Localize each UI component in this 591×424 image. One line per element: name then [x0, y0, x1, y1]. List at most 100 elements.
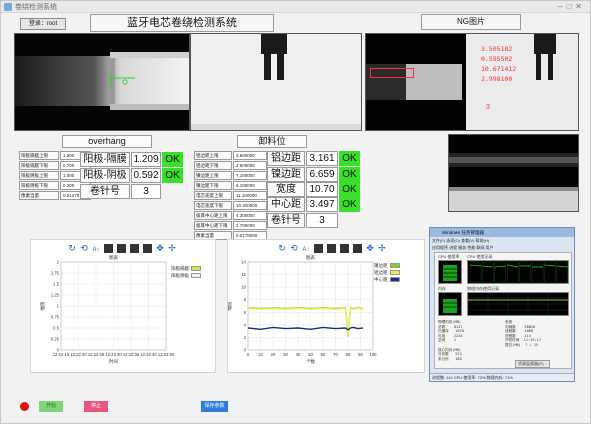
cpu-usage-gauge [438, 260, 462, 284]
y-tick-label: 1.25 [51, 293, 60, 298]
title-bar: 卷绕检测系统 –□✕ [1, 1, 590, 13]
legend-swatch [191, 266, 201, 272]
ng-reading: 10.671412 [481, 65, 517, 73]
reel-label: 卷针号 [80, 184, 130, 199]
ng-image-title: NG图片 [421, 14, 521, 30]
memory-gauge [438, 292, 462, 316]
measure-value: 3.161 [306, 151, 338, 166]
x-tick-label: 10 [258, 352, 263, 357]
legend-item: 中心距 [374, 276, 400, 283]
start-button[interactable]: 开始 [39, 401, 63, 412]
window-controls[interactable]: –□✕ [558, 2, 586, 11]
login-button[interactable]: 登录：root [20, 18, 66, 30]
param-value[interactable]: 7.100000 [233, 171, 267, 180]
unload-chart-panel: ↻ ⟲ A↑ ✥ ✢ 图表 14 12 10 8 6 4 2 0 0 10 20 30 40 50 60 70 80 90 1… [227, 239, 425, 373]
overhang-camera-view [14, 33, 190, 131]
ng-readings: 3.505182 0.595502 10.671412 2.998100 [481, 44, 516, 84]
legend-label: 阳极阴极 [171, 273, 189, 278]
param-label: 阳极隔膜下限 [19, 161, 59, 170]
task-manager-tabs[interactable]: 应用程序 进程 服务 性能 联网 用户 [432, 245, 494, 251]
x-tick-label: 30 [283, 352, 288, 357]
window-title: 卷绕检测系统 [15, 4, 57, 11]
status-ok: OK [162, 152, 183, 167]
param-value[interactable]: 10.300000 [233, 201, 267, 210]
legend-label: 镍边距 [374, 263, 388, 268]
y-tick-label: 0.5 [53, 326, 59, 331]
measure-value: 10.70 [306, 182, 338, 197]
app-window: 卷绕检测系统 –□✕ 登录：root 蓝牙电芯卷绕检测系统 NG图片 3.505… [0, 0, 591, 424]
x-axis-label: 时间 [109, 358, 118, 365]
chart-legend: 阳极隔膜 阳极阴极 [171, 265, 201, 279]
y-tick-label: 1 [57, 304, 60, 309]
param-label: 阳极阴极下限 [19, 181, 59, 190]
x-tick-label: 90 [358, 352, 363, 357]
param-value[interactable]: 11.100000 [233, 191, 267, 200]
param-label: 极耳中心距上限 [194, 211, 232, 220]
status-ok: OK [339, 167, 360, 182]
y-tick-label: 8 [244, 297, 247, 302]
chart-legend: 镍边距 铝边距 中心距 [374, 262, 400, 283]
x-tick-label: 60 [321, 352, 326, 357]
performance-tab-body: CPU 使用率 CPU 使用记录 内存 物理内存使用记录 物理内存(MB) 总数… [434, 252, 572, 369]
legend-item: 镍边距 [374, 262, 400, 269]
cpu-history-graph [467, 260, 569, 284]
y-tick-label: 6 [244, 310, 247, 315]
ng-camera-view-2 [448, 134, 579, 212]
app-icon [4, 3, 12, 11]
legend-label: 中心距 [374, 277, 388, 282]
y-tick-label: 4 [244, 322, 247, 327]
measure-label: 阳极-阴极 [80, 168, 130, 183]
overhang-title: overhang [62, 135, 152, 148]
param-value[interactable]: 4.300000 [233, 211, 267, 220]
y-tick-label: 2 [57, 260, 60, 265]
ng-mark: 3 [486, 104, 490, 111]
x-tick-label: 12:22:50 [158, 352, 175, 357]
legend-label: 铝边距 [374, 270, 388, 275]
param-label: 阳极阴极上限 [19, 171, 59, 180]
run-indicator [20, 402, 29, 411]
y-tick-label: 1.5 [53, 282, 59, 287]
page-title: 蓝牙电芯卷绕检测系统 [90, 14, 274, 32]
param-label: 极耳中心距下限 [194, 221, 232, 230]
x-tick-label: 12:22:15 [53, 352, 70, 357]
cpu-core-graph [494, 261, 507, 283]
task-manager-menu[interactable]: 文件(F) 选项(O) 查看(V) 帮助(H) [432, 238, 489, 244]
x-tick-label: 12:22:40 [140, 352, 157, 357]
save-params-button[interactable]: 保存参数 [201, 401, 228, 412]
x-tick-label: 12:22:35 [123, 352, 140, 357]
measure-value: 0.592 [131, 168, 161, 183]
task-manager-window[interactable]: Windows 任务管理器 文件(F) 选项(O) 查看(V) 帮助(H) 应用… [429, 227, 575, 382]
param-value[interactable]: 2.600000 [233, 161, 267, 170]
ng-camera-view: 3.505182 0.595502 10.671412 2.998100 3 [365, 33, 579, 131]
ng-reading: 2.998100 [481, 75, 513, 83]
cpu-core-graph [531, 261, 544, 283]
measure-label: 铝边距 [267, 151, 305, 166]
overhang-chart-panel: ↻ ⟲ A↑ ✥ ✢ 图表 2 1.75 1.5 1.25 1 0.75 0.5 0.25 0 12:22:… [30, 239, 216, 373]
legend-item: 铝边距 [374, 269, 400, 276]
legend-swatch [389, 270, 400, 276]
resource-monitor-button[interactable]: 资源监视器(R)... [515, 360, 550, 368]
y-tick-label: 0.25 [51, 337, 60, 342]
x-tick-label: 80 [346, 352, 351, 357]
y-tick-label: 10 [241, 285, 246, 290]
status-ok: OK [339, 151, 360, 166]
param-value[interactable]: 6.100000 [233, 181, 267, 190]
chart-title: 图表 [306, 254, 315, 261]
overhang-chart: 图表21.751.51.2510.750.50.25012:22:15 12:22… [39, 254, 175, 365]
task-manager-title: Windows 任务管理器 [430, 228, 574, 237]
param-value[interactable]: 2.700000 [233, 221, 267, 230]
y-tick-label: 1.75 [51, 271, 60, 276]
param-value[interactable]: 3.600000 [233, 151, 267, 160]
legend-label: 阳极隔膜 [171, 266, 189, 271]
measure-label: 宽度 [267, 182, 305, 197]
y-axis-label: 幅值 [39, 301, 46, 310]
measure-label: 阳极-隔膜 [80, 152, 130, 167]
stop-button[interactable]: 停止 [84, 401, 108, 412]
y-tick-label: 0.75 [51, 315, 60, 320]
param-label: 电芯宽度下限 [194, 201, 232, 210]
measure-value: 3.497 [306, 197, 338, 212]
reel-value: 3 [306, 213, 338, 228]
x-tick-label: 0 [247, 352, 250, 357]
y-tick-label: 12 [241, 272, 246, 277]
measure-value: 1.209 [131, 152, 161, 167]
